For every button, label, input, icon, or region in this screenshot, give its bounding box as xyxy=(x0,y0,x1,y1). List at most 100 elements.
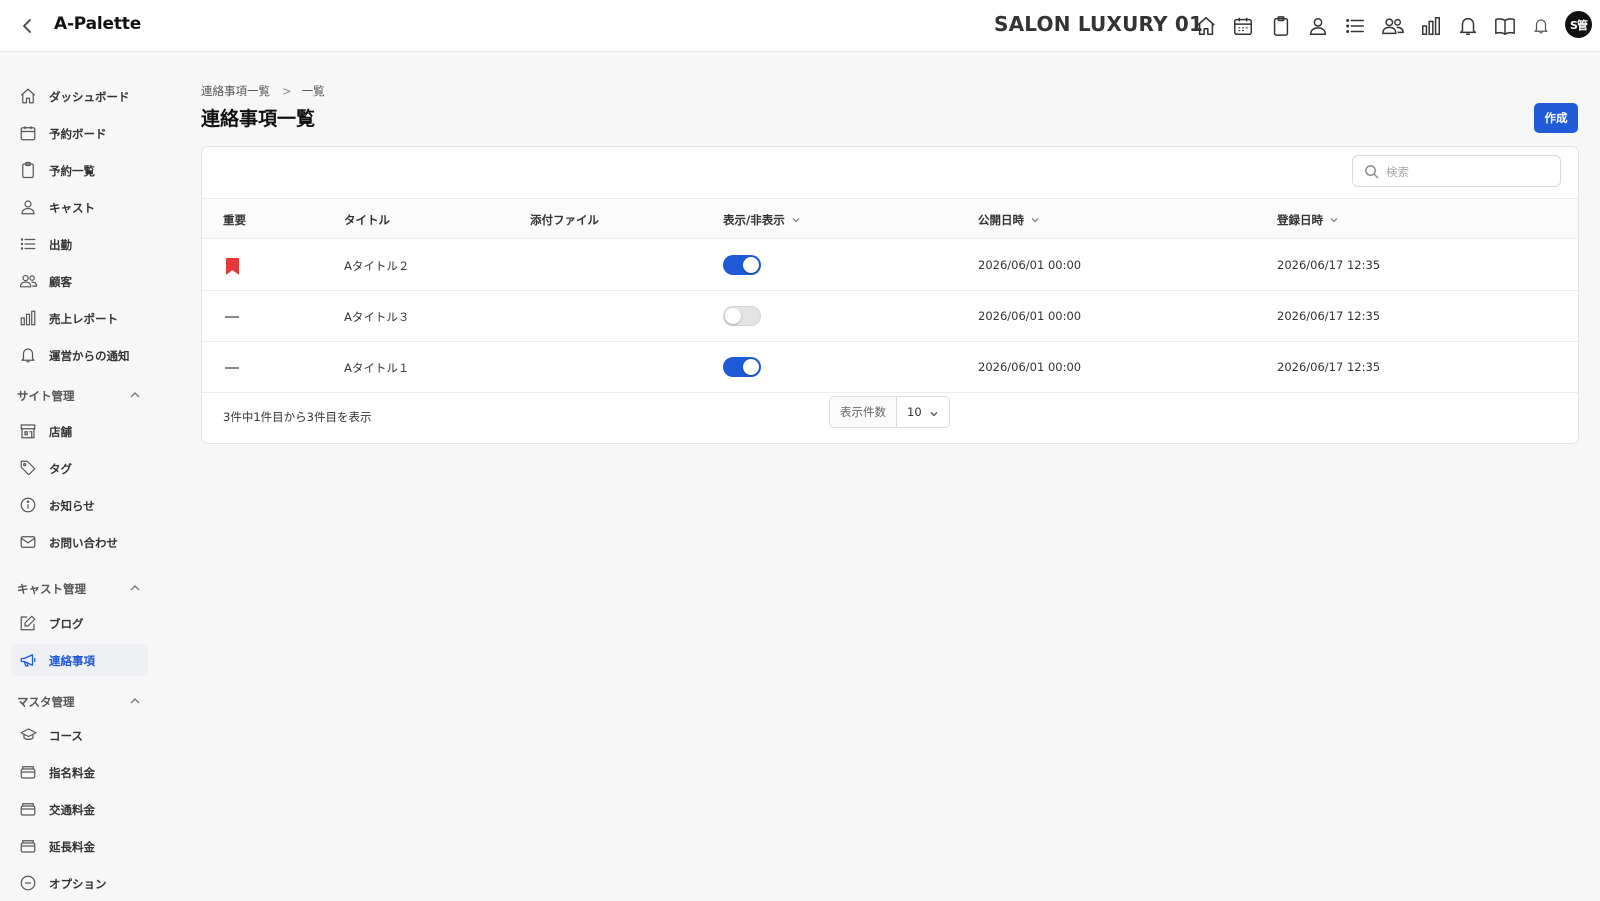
search-icon xyxy=(1365,165,1379,179)
sidebar-item-stores[interactable]: 店舗 xyxy=(11,415,148,447)
chevron-left-icon xyxy=(23,19,31,33)
sidebar-item-label: お知らせ xyxy=(49,499,95,513)
sidebar-item-nomination-fee[interactable]: 指名料金 xyxy=(11,756,148,788)
column-header-visibility[interactable]: 表示/非表示 xyxy=(723,212,801,228)
column-header-published[interactable]: 公開日時 xyxy=(978,212,1040,228)
column-header-label: 表示/非表示 xyxy=(723,213,785,227)
chevron-up-icon xyxy=(130,392,140,398)
user-icon xyxy=(18,197,38,217)
users-icon xyxy=(18,271,38,291)
tag-icon xyxy=(18,458,38,478)
home-icon[interactable] xyxy=(1193,13,1219,39)
sidebar-item-announcements[interactable]: お知らせ xyxy=(11,489,148,521)
sidebar-item-messages[interactable]: 連絡事項 xyxy=(11,644,148,676)
sidebar: ダッシュボード 予約ボード 予約一覧 キャスト 出勤 顧客 売上レポート 運営か… xyxy=(0,53,160,901)
avatar[interactable]: S管 xyxy=(1565,11,1592,38)
section-label: サイト管理 xyxy=(17,389,75,403)
sidebar-item-customers[interactable]: 顧客 xyxy=(11,265,148,297)
table-row[interactable]: Aタイトル１ 2026/06/01 00:00 2026/06/17 12:35 xyxy=(202,342,1578,393)
user-icon[interactable] xyxy=(1305,13,1331,39)
breadcrumb: 連絡事項一覧 > 一覧 xyxy=(201,83,325,99)
sidebar-item-operator-notices[interactable]: 運営からの通知 xyxy=(11,339,148,371)
sidebar-item-reservation-list[interactable]: 予約一覧 xyxy=(11,154,148,186)
chevron-down-icon xyxy=(930,412,938,417)
users-icon[interactable] xyxy=(1380,13,1406,39)
wallet-icon xyxy=(18,836,38,856)
clipboard-icon xyxy=(18,160,38,180)
per-page-value: 10 xyxy=(907,405,922,419)
info-icon xyxy=(18,495,38,515)
visibility-toggle[interactable] xyxy=(723,255,761,275)
sidebar-item-transport-fee[interactable]: 交通料金 xyxy=(11,793,148,825)
column-header-title: タイトル xyxy=(344,212,390,228)
store-icon xyxy=(18,421,38,441)
section-cast-management[interactable]: キャスト管理 xyxy=(17,578,141,598)
bell-small-icon[interactable] xyxy=(1528,13,1554,39)
column-header-attachment: 添付ファイル xyxy=(530,212,599,228)
sidebar-item-label: 指名料金 xyxy=(49,766,95,780)
chevron-up-icon xyxy=(130,585,140,591)
sidebar-item-label: 延長料金 xyxy=(49,840,95,854)
sidebar-item-sales-report[interactable]: 売上レポート xyxy=(11,302,148,334)
sidebar-item-label: 運営からの通知 xyxy=(49,349,130,363)
sidebar-item-options[interactable]: オプション xyxy=(11,867,148,899)
sidebar-item-dashboard[interactable]: ダッシュボード xyxy=(11,80,148,112)
search-input[interactable] xyxy=(1386,162,1551,182)
top-bar: A-Palette SALON LUXURY 01 S管 xyxy=(0,0,1600,52)
bell-icon[interactable] xyxy=(1455,13,1481,39)
sidebar-item-extension-fee[interactable]: 延長料金 xyxy=(11,830,148,862)
sidebar-item-label: コース xyxy=(49,729,83,743)
sidebar-item-label: オプション xyxy=(49,877,107,891)
visibility-toggle[interactable] xyxy=(723,357,761,377)
section-site-management[interactable]: サイト管理 xyxy=(17,385,141,405)
sidebar-item-label: キャスト xyxy=(49,201,95,215)
sidebar-item-tags[interactable]: タグ xyxy=(11,452,148,484)
column-header-label: タイトル xyxy=(344,213,390,227)
chevron-down-icon xyxy=(1031,218,1039,223)
column-header-label: 公開日時 xyxy=(978,213,1024,227)
row-title[interactable]: Aタイトル２ xyxy=(344,258,409,274)
toggle-knob xyxy=(725,308,741,324)
bell-icon xyxy=(18,345,38,365)
sidebar-item-label: 売上レポート xyxy=(49,312,118,326)
clipboard-icon[interactable] xyxy=(1268,13,1294,39)
table-row[interactable]: Aタイトル２ 2026/06/01 00:00 2026/06/17 12:35 xyxy=(202,240,1578,291)
column-header-important: 重要 xyxy=(223,212,246,228)
calendar-icon[interactable] xyxy=(1230,13,1256,39)
row-title[interactable]: Aタイトル３ xyxy=(344,309,409,325)
sidebar-item-attendance[interactable]: 出勤 xyxy=(11,228,148,260)
chevron-down-icon xyxy=(792,218,800,223)
column-header-label: 重要 xyxy=(223,213,246,227)
wallet-icon xyxy=(18,799,38,819)
sidebar-item-inquiries[interactable]: お問い合わせ xyxy=(11,526,148,558)
chevron-up-icon xyxy=(130,698,140,704)
column-header-label: 添付ファイル xyxy=(530,213,599,227)
megaphone-icon xyxy=(18,650,38,670)
section-master-management[interactable]: マスタ管理 xyxy=(17,691,141,711)
bookmark-flag-icon xyxy=(226,258,239,275)
table-row[interactable]: Aタイトル３ 2026/06/01 00:00 2026/06/17 12:35 xyxy=(202,291,1578,342)
per-page-dropdown[interactable]: 10 xyxy=(897,397,949,427)
sidebar-item-blog[interactable]: ブログ xyxy=(11,607,148,639)
row-title[interactable]: Aタイトル１ xyxy=(344,360,409,376)
book-icon[interactable] xyxy=(1492,13,1518,39)
list-icon[interactable] xyxy=(1342,13,1368,39)
column-header-registered[interactable]: 登録日時 xyxy=(1277,212,1339,228)
visibility-toggle[interactable] xyxy=(723,306,761,326)
back-button[interactable] xyxy=(16,14,40,38)
bar-chart-icon[interactable] xyxy=(1418,13,1444,39)
sidebar-item-courses[interactable]: コース xyxy=(11,719,148,751)
sidebar-item-cast[interactable]: キャスト xyxy=(11,191,148,223)
chevron-down-icon xyxy=(1330,218,1338,223)
breadcrumb-parent-link[interactable]: 連絡事項一覧 xyxy=(201,83,270,99)
search-box xyxy=(1352,155,1561,187)
sidebar-item-label: 顧客 xyxy=(49,275,72,289)
per-page-select: 表示件数 10 xyxy=(829,396,950,428)
sidebar-item-reservation-board[interactable]: 予約ボード xyxy=(11,117,148,149)
bar-chart-icon xyxy=(18,308,38,328)
section-label: マスタ管理 xyxy=(17,695,75,709)
edit-icon xyxy=(18,613,38,633)
row-registered-date: 2026/06/17 12:35 xyxy=(1277,258,1381,272)
create-button[interactable]: 作成 xyxy=(1534,103,1578,133)
sidebar-item-label: 店舗 xyxy=(49,425,72,439)
